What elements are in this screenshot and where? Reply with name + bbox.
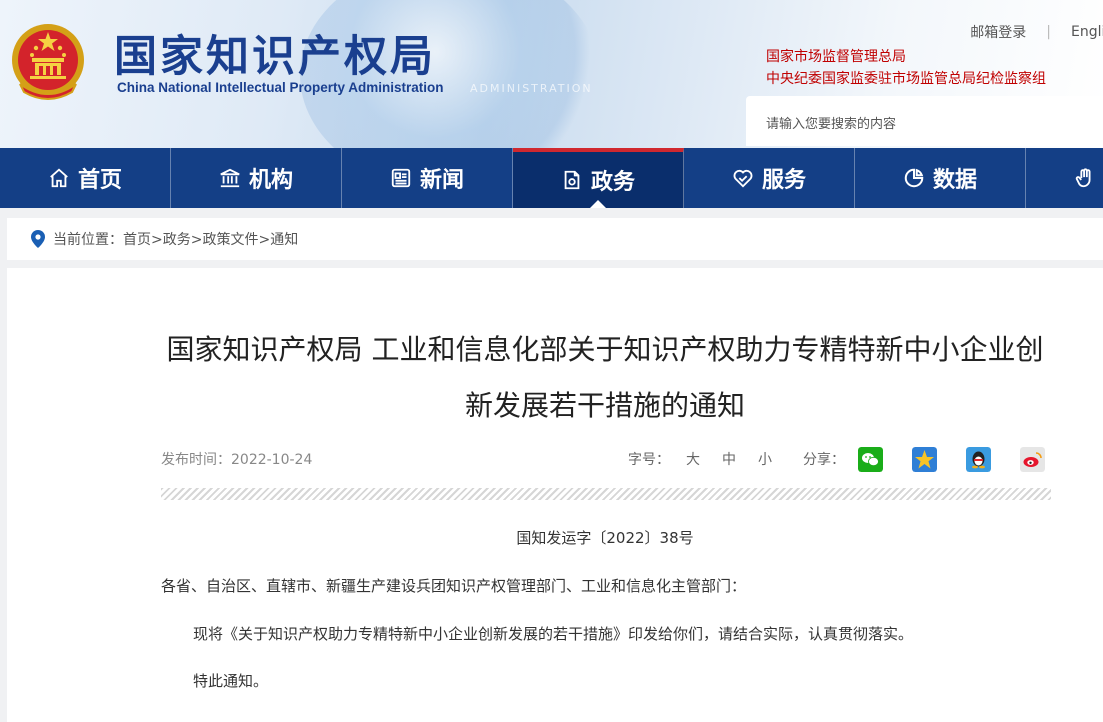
site-header: ADMINISTRATION 国家知识产权局 China National In… bbox=[0, 0, 1103, 148]
publish-info: 发布时间：2022-10-24 bbox=[161, 449, 312, 469]
discipline-inspection-link[interactable]: 中央纪委国家监委驻市场监管总局纪检监察组 bbox=[766, 68, 1046, 90]
nav-item-institution[interactable]: 机构 bbox=[171, 148, 342, 208]
article-title: 国家知识产权局 工业和信息化部关于知识产权助力专精特新中小企业创 新发展若干措施… bbox=[160, 322, 1050, 434]
nav-item-news[interactable]: 新闻 bbox=[342, 148, 513, 208]
breadcrumb-prefix: 当前位置： bbox=[53, 232, 123, 248]
institution-icon bbox=[220, 168, 240, 188]
nav-label: 机构 bbox=[248, 168, 293, 193]
nav-item-interaction[interactable] bbox=[1026, 148, 1103, 208]
site-subtitle: China National Intellectual Property Adm… bbox=[117, 80, 444, 95]
wechat-icon[interactable] bbox=[858, 447, 883, 472]
nav-item-data[interactable]: 数据 bbox=[855, 148, 1026, 208]
samr-link[interactable]: 国家市场监督管理总局 bbox=[766, 46, 1046, 68]
weibo-icon[interactable] bbox=[1020, 447, 1045, 472]
org-links: 国家市场监督管理总局 中央纪委国家监委驻市场监管总局纪检监察组 bbox=[766, 46, 1046, 90]
english-link[interactable]: English bbox=[1071, 24, 1103, 40]
site-title[interactable]: 国家知识产权局 bbox=[114, 22, 436, 84]
publish-date: 2022-10-24 bbox=[231, 452, 313, 468]
font-size-medium-button[interactable]: 中 bbox=[722, 449, 736, 469]
nav-label: 新闻 bbox=[419, 168, 464, 193]
government-affairs-icon bbox=[564, 170, 580, 190]
share-label: 分享： bbox=[803, 452, 845, 468]
qzone-star-icon[interactable] bbox=[912, 447, 937, 472]
national-emblem-icon[interactable] bbox=[10, 20, 86, 102]
mail-login-link[interactable]: 邮箱登录 bbox=[970, 22, 1026, 42]
document-number: 国知发运字〔2022〕38号 bbox=[516, 529, 694, 547]
font-size-large-button[interactable]: 大 bbox=[686, 449, 700, 469]
article-title-line-2: 新发展若干措施的通知 bbox=[464, 389, 745, 422]
search-placeholder: 请输入您要搜索的内容 bbox=[766, 117, 897, 132]
hand-icon bbox=[1075, 168, 1091, 188]
search-input[interactable]: 请输入您要搜索的内容 bbox=[746, 96, 1103, 146]
nav-label: 首页 bbox=[77, 168, 122, 193]
font-size-small-button[interactable]: 小 bbox=[758, 449, 772, 469]
article-paragraph: 现将《关于知识产权助力专精特新中小企业创新发展的若干措施》印发给你们，请结合实际… bbox=[193, 625, 914, 643]
breadcrumb: 当前位置： 首页>政务>政策文件>通知 bbox=[7, 218, 1103, 260]
nav-item-government-affairs[interactable]: 政务 bbox=[513, 148, 684, 208]
home-icon bbox=[50, 168, 68, 188]
font-size-label: 字号： bbox=[628, 452, 670, 468]
top-links: 邮箱登录 | English bbox=[970, 22, 1103, 42]
divider: | bbox=[1046, 24, 1051, 40]
nav-label: 数据 bbox=[932, 168, 977, 193]
breadcrumb-path[interactable]: 首页>政务>政策文件>通知 bbox=[123, 229, 298, 249]
article-closing: 特此通知。 bbox=[193, 672, 269, 690]
title-divider bbox=[161, 488, 1051, 500]
location-pin-icon bbox=[31, 230, 45, 248]
font-size-controls: 字号： 大 中 小 bbox=[628, 449, 794, 469]
pie-chart-icon bbox=[904, 168, 924, 188]
article-salutation: 各省、自治区、直辖市、新疆生产建设兵团知识产权管理部门、工业和信息化主管部门： bbox=[161, 577, 747, 595]
main-nav: 首页 机构 新闻 政务 服务 数据 bbox=[0, 148, 1103, 208]
background-watermark-text: ADMINISTRATION bbox=[470, 82, 593, 95]
qq-penguin-icon[interactable] bbox=[966, 447, 991, 472]
news-icon bbox=[391, 168, 411, 188]
service-heart-icon bbox=[733, 169, 753, 188]
publish-label: 发布时间： bbox=[161, 452, 231, 468]
article-title-line-1: 国家知识产权局 工业和信息化部关于知识产权助力专精特新中小企业创 bbox=[166, 333, 1044, 366]
nav-item-service[interactable]: 服务 bbox=[684, 148, 855, 208]
nav-label: 政务 bbox=[590, 170, 635, 195]
nav-label: 服务 bbox=[761, 168, 806, 193]
nav-item-home[interactable]: 首页 bbox=[0, 148, 171, 208]
